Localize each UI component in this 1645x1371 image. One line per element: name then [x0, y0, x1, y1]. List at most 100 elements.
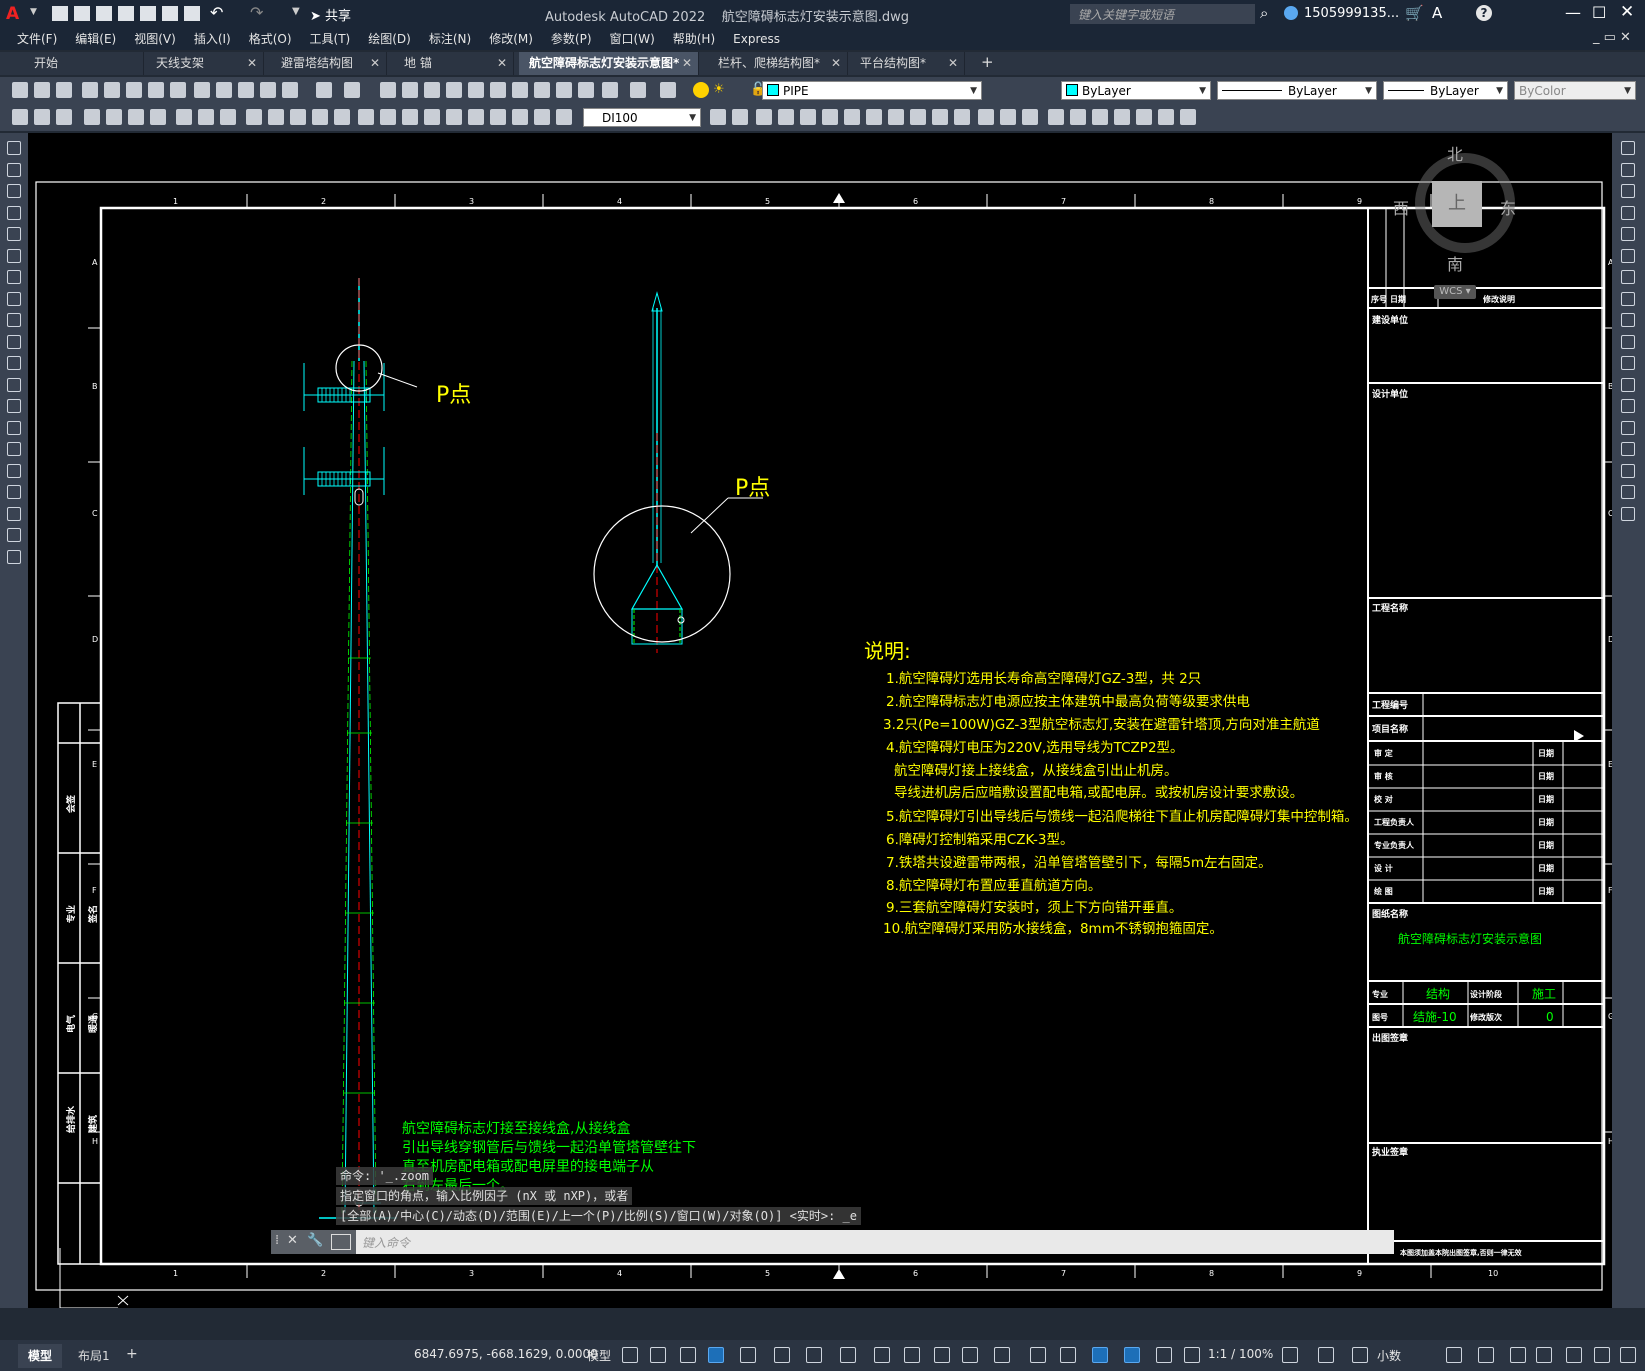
ellipse-icon[interactable] [7, 334, 21, 349]
customize-icon[interactable]: 🔧 [307, 1233, 323, 1248]
tab-antenna-bracket[interactable]: 天线支架 ✕ [146, 52, 264, 75]
toolbar-tool-icon[interactable] [556, 82, 572, 98]
help-icon[interactable]: ? [1476, 5, 1492, 21]
toolbar-tool-icon[interactable] [468, 82, 484, 98]
construction-line-icon[interactable] [7, 162, 21, 177]
menu-item[interactable]: 文件(F) [8, 28, 66, 50]
line-icon[interactable] [7, 141, 21, 155]
toolbar-tool-icon[interactable] [56, 82, 72, 98]
search-box[interactable]: 键入关键字或短语 [1070, 4, 1255, 24]
array-icon[interactable] [1621, 227, 1635, 241]
plot-icon[interactable] [184, 6, 200, 21]
status-toggle-icon[interactable] [1184, 1347, 1200, 1363]
new-file-icon[interactable] [52, 6, 68, 21]
layout-tab[interactable]: 布局1 [72, 1344, 116, 1368]
status-toggle-icon[interactable] [994, 1347, 1010, 1363]
status-toggle-icon[interactable] [1566, 1347, 1582, 1363]
stretch-icon[interactable] [1621, 313, 1635, 327]
toolbar-tool-icon[interactable] [932, 109, 948, 125]
toolbar-tool-icon[interactable] [660, 82, 676, 98]
toolbar-tool-icon[interactable] [512, 109, 528, 125]
toolbar-tool-icon[interactable] [778, 109, 794, 125]
menu-item[interactable]: 格式(O) [240, 28, 301, 50]
status-toggle-icon[interactable] [740, 1347, 756, 1363]
tab-close-icon[interactable]: ✕ [497, 52, 507, 75]
status-toggle-icon[interactable] [1156, 1347, 1172, 1363]
toolbar-tool-icon[interactable] [630, 82, 646, 98]
add-selected-icon[interactable] [7, 549, 21, 564]
toolbar-tool-icon[interactable] [358, 109, 374, 125]
toolbar-tool-icon[interactable] [12, 109, 28, 125]
open-file-icon[interactable] [74, 6, 90, 21]
status-toggle-icon[interactable] [1620, 1347, 1636, 1363]
redo-icon[interactable]: ↷ [250, 3, 263, 22]
menu-item[interactable]: 工具(T) [301, 28, 360, 50]
drawing-canvas[interactable]: 1 2 3 4 5 6 7 8 9 1 2 3 4 5 6 7 8 9 10 A A B B C C D D E E F F G G H H [28, 133, 1612, 1308]
viewcube-west[interactable]: 西 [1393, 195, 1409, 219]
layer-dropdown[interactable]: PIPE ▼ [762, 81, 982, 100]
toolbar-tool-icon[interactable] [468, 109, 484, 125]
toolbar-tool-icon[interactable] [380, 82, 396, 98]
status-toggle-icon[interactable] [934, 1347, 950, 1363]
maximize-icon[interactable]: ☐ [1592, 3, 1606, 22]
toolbar-tool-icon[interactable] [260, 82, 276, 98]
polyline-icon[interactable] [7, 184, 21, 198]
undo-icon[interactable]: ↶ [210, 3, 223, 22]
toolbar-tool-icon[interactable] [128, 109, 144, 125]
circle-icon[interactable] [7, 270, 21, 284]
status-toggle-icon[interactable] [1352, 1347, 1368, 1363]
status-toggle-icon[interactable] [904, 1347, 920, 1363]
polygon-icon[interactable] [7, 205, 21, 220]
menu-item[interactable]: 编辑(E) [66, 28, 125, 50]
toolbar-tool-icon[interactable] [84, 109, 100, 125]
toolbar-tool-icon[interactable] [176, 109, 192, 125]
units-setting[interactable]: 小数 [1377, 1347, 1401, 1364]
toolbar-tool-icon[interactable] [578, 82, 594, 98]
customize-quick-access-icon[interactable]: ▼ [292, 6, 300, 17]
menu-item[interactable]: 绘图(D) [359, 28, 420, 50]
toolbar-tool-icon[interactable] [216, 82, 232, 98]
move-icon[interactable] [1621, 248, 1635, 263]
toolbar-tool-icon[interactable] [732, 109, 748, 125]
tab-start[interactable]: 开始 [24, 52, 144, 75]
menu-item[interactable]: 标注(N) [420, 28, 480, 50]
toolbar-tool-icon[interactable] [380, 109, 396, 125]
toolbar-tool-icon[interactable] [446, 109, 462, 125]
autocad-logo-icon[interactable]: A [6, 4, 26, 24]
join-icon[interactable] [1621, 420, 1635, 435]
toolbar-tool-icon[interactable] [150, 109, 166, 125]
status-toggle-icon[interactable] [708, 1347, 724, 1363]
toolbar-tool-icon[interactable] [34, 82, 50, 98]
model-tab[interactable]: 模型 [18, 1344, 63, 1368]
viewcube-east[interactable]: 东 [1500, 195, 1516, 219]
toolbar-tool-icon[interactable] [34, 109, 50, 125]
toolbar-tool-icon[interactable] [238, 82, 254, 98]
toolbar-tool-icon[interactable] [290, 109, 306, 125]
menu-item[interactable]: 修改(M) [480, 28, 542, 50]
close-command-icon[interactable]: ✕ [287, 1233, 298, 1248]
recent-commands-icon[interactable] [331, 1234, 351, 1250]
spline-icon[interactable] [7, 313, 21, 327]
new-tab-icon[interactable]: + [981, 53, 994, 71]
minimize-icon[interactable]: — [1565, 3, 1581, 22]
toolbar-tool-icon[interactable] [756, 109, 772, 125]
ellipse-arc-icon[interactable] [7, 356, 21, 370]
tab-close-icon[interactable]: ✕ [370, 52, 380, 75]
explode-icon[interactable] [1621, 506, 1635, 521]
command-input[interactable]: 键入命令 [356, 1230, 1394, 1254]
toolbar-tool-icon[interactable] [170, 82, 186, 98]
viewcube-north[interactable]: 北 [1447, 141, 1463, 165]
toolbar-tool-icon[interactable] [888, 109, 904, 125]
toolbar-tool-icon[interactable] [246, 109, 262, 125]
autodesk-a360-icon[interactable]: A [1432, 4, 1442, 22]
status-toggle-icon[interactable] [1282, 1347, 1298, 1363]
viewcube-south[interactable]: 南 [1447, 251, 1463, 275]
blend-icon[interactable] [1621, 485, 1635, 499]
chamfer-icon[interactable] [1621, 442, 1635, 456]
menu-item[interactable]: 参数(P) [542, 28, 601, 50]
toolbar-tool-icon[interactable] [446, 82, 462, 98]
toolbar-tool-icon[interactable] [1048, 109, 1064, 125]
fillet-icon[interactable] [1621, 463, 1635, 478]
linetype-dropdown[interactable]: ByLayer ▼ [1217, 81, 1377, 100]
toolbar-tool-icon[interactable] [1092, 109, 1108, 125]
